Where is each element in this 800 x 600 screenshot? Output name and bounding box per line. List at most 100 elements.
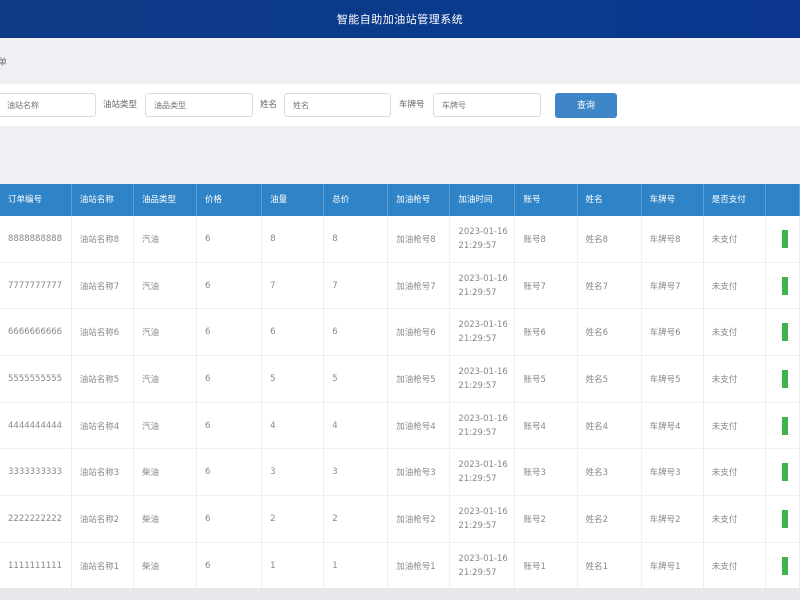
query-button[interactable]: 查询 bbox=[555, 93, 617, 118]
col-header[interactable]: 加油枪号 bbox=[388, 184, 451, 216]
cell-station: 油站名称3 bbox=[72, 449, 134, 496]
cell-type: 柴油 bbox=[134, 542, 198, 588]
action-button-edge[interactable] bbox=[774, 416, 799, 435]
cell-date-text: 2023-01-16 bbox=[458, 506, 508, 517]
cell-order: 4444444444 bbox=[0, 402, 72, 449]
action-button-icon[interactable] bbox=[781, 323, 788, 342]
cell-amount: 4 bbox=[262, 402, 325, 449]
cell-time: 2023-01-16 21:29:57 bbox=[450, 402, 516, 449]
cell-price: 6 bbox=[197, 356, 263, 402]
cell-type: 汽油 bbox=[134, 309, 198, 356]
cell-amount: 5 bbox=[262, 356, 325, 402]
cell-order: 2222222222 bbox=[0, 496, 72, 542]
cell-time-text: 21:29:57 bbox=[458, 427, 497, 438]
cell-paid: 未支付 bbox=[704, 309, 766, 356]
cell-time-text: 21:29:57 bbox=[458, 380, 497, 391]
cell-action bbox=[766, 542, 800, 588]
cell-order: 5555555555 bbox=[0, 356, 72, 402]
action-button-edge[interactable] bbox=[774, 323, 799, 342]
cell-account: 账号1 bbox=[515, 542, 578, 588]
cell-gun: 加油枪号8 bbox=[388, 216, 451, 262]
col-header[interactable]: 价格 bbox=[197, 184, 263, 216]
col-header[interactable]: 油量 bbox=[262, 184, 325, 216]
cell-date-text: 2023-01-16 bbox=[458, 226, 508, 237]
col-header[interactable]: 姓名 bbox=[578, 184, 642, 216]
cell-gun: 加油枪号1 bbox=[388, 542, 451, 588]
cell-action bbox=[766, 309, 800, 356]
plate-input[interactable] bbox=[433, 93, 541, 117]
cell-type: 汽油 bbox=[134, 356, 198, 402]
cell-time: 2023-01-16 21:29:57 bbox=[450, 449, 516, 496]
orders-table: 订单编号 油站名称 油品类型 价格 油量 总价 加油枪号 加油时间 账号 姓名 … bbox=[0, 184, 800, 588]
col-header[interactable]: 账号 bbox=[515, 184, 578, 216]
cell-name: 姓名6 bbox=[578, 309, 642, 356]
action-button-edge[interactable] bbox=[774, 229, 799, 248]
col-header[interactable]: 油站名称 bbox=[72, 184, 134, 216]
action-button-icon[interactable] bbox=[781, 369, 788, 388]
cell-order: 3333333333 bbox=[0, 449, 72, 496]
action-button-edge[interactable] bbox=[774, 369, 799, 388]
cell-time: 2023-01-16 21:29:57 bbox=[450, 356, 516, 402]
app-title: 智能自助加油站管理系统 bbox=[336, 13, 464, 26]
cell-amount: 6 bbox=[262, 309, 325, 356]
cell-total: 4 bbox=[324, 402, 389, 449]
action-button-icon[interactable] bbox=[781, 556, 788, 575]
action-button-edge[interactable] bbox=[774, 463, 799, 482]
action-button-edge[interactable] bbox=[774, 276, 799, 295]
cell-amount: 2 bbox=[262, 496, 325, 542]
action-button-icon[interactable] bbox=[781, 463, 788, 482]
cell-action bbox=[766, 216, 800, 262]
cell-plate: 车牌号8 bbox=[642, 216, 704, 262]
cell-name: 姓名8 bbox=[578, 216, 642, 262]
cell-date-text: 2023-01-16 bbox=[458, 366, 508, 377]
col-header[interactable]: 加油时间 bbox=[450, 184, 516, 216]
cell-station: 油站名称7 bbox=[72, 262, 134, 309]
action-button-edge[interactable] bbox=[774, 509, 799, 528]
cell-amount: 7 bbox=[262, 262, 325, 309]
table-row: 4444444444 油站名称4 汽油 6 4 4 加油枪号4 2023-01-16 21:29… bbox=[0, 402, 800, 450]
cell-total: 1 bbox=[324, 542, 389, 588]
cell-date-text: 2023-01-16 bbox=[458, 553, 508, 564]
cell-order: 7777777777 bbox=[0, 262, 72, 309]
cell-total: 7 bbox=[324, 262, 389, 309]
cell-price: 6 bbox=[197, 262, 263, 309]
col-header[interactable]: 总价 bbox=[324, 184, 389, 216]
station-name-input[interactable] bbox=[0, 93, 96, 117]
cell-date-text: 2023-01-16 bbox=[458, 460, 508, 471]
breadcrumb-text: 单 bbox=[0, 57, 8, 68]
action-button-edge[interactable] bbox=[774, 556, 799, 575]
cell-name: 姓名1 bbox=[578, 542, 642, 588]
bottom-scroll-area[interactable] bbox=[0, 588, 800, 600]
plate-label: 车牌号 bbox=[399, 100, 425, 110]
cell-time-text: 21:29:57 bbox=[458, 567, 497, 578]
fuel-type-input[interactable] bbox=[145, 93, 253, 117]
action-button-icon[interactable] bbox=[781, 416, 788, 435]
cell-gun: 加油枪号3 bbox=[388, 449, 451, 496]
cell-time-text: 21:29:57 bbox=[458, 520, 497, 531]
action-button-icon[interactable] bbox=[781, 229, 788, 248]
cell-type: 柴油 bbox=[134, 449, 198, 496]
cell-paid: 未支付 bbox=[704, 262, 766, 309]
col-header[interactable]: 订单编号 bbox=[0, 184, 72, 216]
cell-time: 2023-01-16 21:29:57 bbox=[450, 262, 516, 309]
cell-gun: 加油枪号4 bbox=[388, 402, 451, 449]
action-button-icon[interactable] bbox=[781, 509, 788, 528]
cell-account: 账号4 bbox=[515, 402, 578, 449]
cell-station: 油站名称1 bbox=[72, 542, 134, 588]
name-input[interactable] bbox=[284, 93, 391, 117]
cell-price: 6 bbox=[197, 449, 263, 496]
type-label: 油站类型 bbox=[103, 100, 138, 110]
name-label: 姓名 bbox=[260, 100, 278, 110]
col-header[interactable]: 车牌号 bbox=[642, 184, 704, 216]
cell-station: 油站名称2 bbox=[72, 496, 134, 542]
cell-station: 油站名称8 bbox=[72, 216, 134, 262]
col-header[interactable]: 油品类型 bbox=[134, 184, 198, 216]
col-header[interactable]: 是否支付 bbox=[704, 184, 766, 216]
cell-account: 账号3 bbox=[515, 449, 578, 496]
breadcrumb: 单 bbox=[0, 38, 800, 84]
action-button-icon[interactable] bbox=[781, 276, 788, 295]
cell-type: 汽油 bbox=[134, 402, 198, 449]
cell-paid: 未支付 bbox=[704, 216, 766, 262]
cell-type: 汽油 bbox=[134, 216, 198, 262]
table-row: 3333333333 油站名称3 柴油 6 3 3 加油枪号3 2023-01-16 21:29… bbox=[0, 449, 800, 497]
